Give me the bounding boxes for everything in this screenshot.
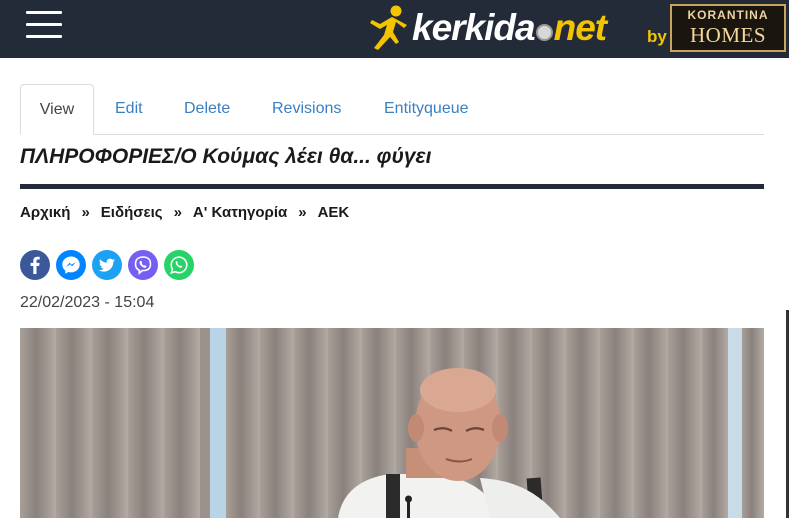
sponsor-name-bottom: HOMES (689, 23, 766, 47)
site-header: kerkida net by KORANTINA HOMES (0, 0, 789, 58)
football-icon (535, 24, 553, 41)
facebook-icon[interactable] (20, 250, 50, 280)
twitter-icon[interactable] (92, 250, 122, 280)
logo-part-kerkida: kerkida (412, 7, 536, 48)
tab-entityqueue[interactable]: Entityqueue (384, 84, 469, 134)
hamburger-menu-icon[interactable] (26, 11, 62, 39)
tab-revisions[interactable]: Revisions (272, 84, 341, 134)
breadcrumb-separator: » (81, 204, 90, 221)
breadcrumb-home[interactable]: Αρχική (20, 204, 70, 221)
tab-delete[interactable]: Delete (184, 84, 230, 134)
site-logo[interactable]: kerkida net by (366, 2, 667, 54)
breadcrumb-separator: » (173, 204, 182, 221)
breadcrumb-news[interactable]: Ειδήσεις (101, 204, 163, 221)
tab-view[interactable]: View (20, 84, 94, 135)
viber-icon[interactable] (128, 250, 158, 280)
title-divider (20, 184, 764, 189)
footballer-runner-icon (370, 5, 407, 50)
breadcrumb-aek[interactable]: ΑΕΚ (318, 204, 350, 221)
article-date: 22/02/2023 - 15:04 (20, 294, 155, 311)
menu-bar (26, 35, 62, 38)
breadcrumb-category[interactable]: Α' Κατηγορία (193, 204, 287, 221)
logo-part-net: net (553, 7, 607, 48)
breadcrumb-separator: » (298, 204, 307, 221)
tab-edit[interactable]: Edit (115, 84, 143, 134)
menu-bar (26, 23, 62, 26)
sponsor-name-top: KORANTINA (687, 8, 769, 22)
article-photo[interactable] (20, 328, 764, 518)
logo-wordmark: kerkida net (412, 6, 607, 50)
breadcrumb: Αρχική » Ειδήσεις » Α' Κατηγορία » ΑΕΚ (20, 204, 349, 224)
article-title: ΠΛΗΡΟΦΟΡΙΕΣ/Ο Κούμας λέει θα... φύγει (20, 145, 432, 168)
article-photo-graphic (20, 328, 764, 518)
whatsapp-icon[interactable] (164, 250, 194, 280)
messenger-icon[interactable] (56, 250, 86, 280)
logo-by-text: by (647, 27, 667, 46)
sponsor-banner[interactable]: KORANTINA HOMES (670, 4, 786, 52)
menu-bar (26, 11, 62, 14)
admin-tabs: View Edit Delete Revisions Entityqueue (20, 84, 764, 135)
